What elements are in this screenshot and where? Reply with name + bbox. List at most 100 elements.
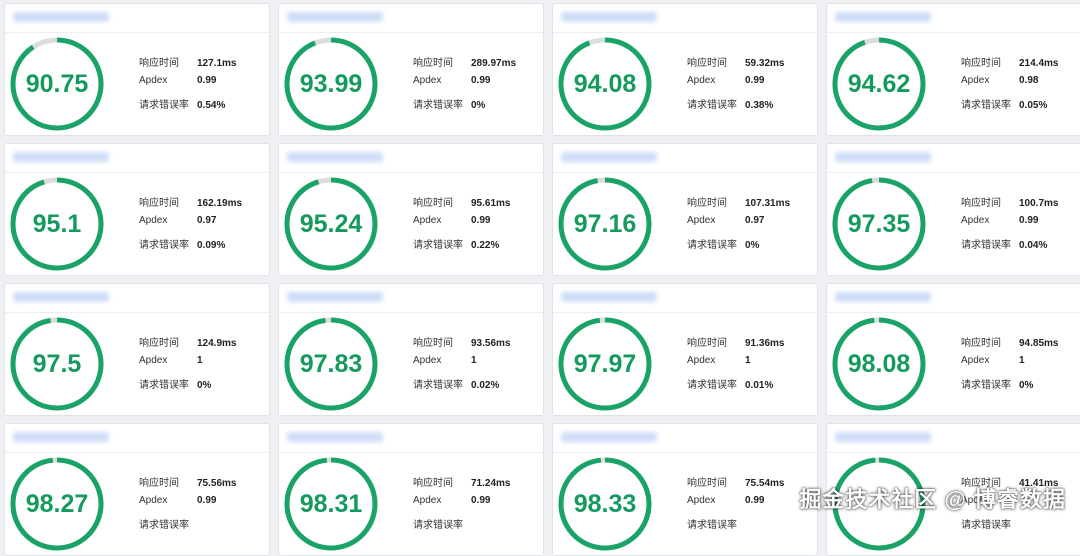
metric-label: 请求错误率	[961, 520, 1011, 531]
metrics-list: 响应时间 59.32ms Apdex 0.99 请求错误率 0.38%	[687, 54, 784, 117]
score-card[interactable]: 94.62 响应时间 214.4ms Apdex 0.98 请求错误率 0.05%	[826, 3, 1080, 136]
metric-label: 请求错误率	[139, 520, 189, 531]
card-divider	[279, 312, 543, 313]
score-value: 93.99	[299, 69, 363, 98]
metric-response-time: 响应时间 100.7ms	[961, 194, 1058, 215]
metric-response-time: 响应时间 93.56ms	[413, 334, 510, 355]
metric-error-rate: 请求错误率 0.38%	[687, 96, 784, 117]
metric-response-time: 响应时间 75.56ms	[139, 474, 236, 495]
metric-value: 100.7ms	[1019, 198, 1059, 209]
metric-label: 请求错误率	[413, 100, 463, 111]
card-title-blurred	[13, 152, 109, 162]
score-value: 97.16	[573, 209, 637, 238]
metric-value: 127.1ms	[197, 58, 237, 69]
metric-label: Apdex	[687, 75, 716, 86]
card-divider	[827, 312, 1080, 313]
metric-label: 请求错误率	[413, 240, 463, 251]
metric-error-rate: 请求错误率 0.05%	[961, 96, 1058, 117]
metric-error-rate: 请求错误率 0.04%	[961, 236, 1058, 257]
metric-value: 0.04%	[1019, 240, 1048, 251]
metric-label: 响应时间	[687, 338, 727, 349]
metric-value: 0.99	[745, 75, 765, 86]
metric-label: Apdex	[139, 495, 168, 506]
metric-label: 请求错误率	[413, 520, 463, 531]
score-card[interactable]: 98.08 响应时间 94.85ms Apdex 1 请求错误率 0%	[826, 283, 1080, 416]
score-card[interactable]: 97.5 响应时间 124.9ms Apdex 1 请求错误率 0%	[4, 283, 270, 416]
score-card[interactable]: 93.99 响应时间 289.97ms Apdex 0.99 请求错误率 0%	[278, 3, 544, 136]
score-card[interactable]: 94.08 响应时间 59.32ms Apdex 0.99 请求错误率 0.38%	[552, 3, 818, 136]
score-gauge: 97.35	[829, 174, 929, 274]
metric-value: 0%	[197, 380, 212, 391]
card-divider	[5, 312, 269, 313]
score-card[interactable]: 90.75 响应时间 127.1ms Apdex 0.99 请求错误率 0.54%	[4, 3, 270, 136]
card-title-blurred	[835, 152, 931, 162]
score-gauge: 90.75	[7, 34, 107, 134]
card-divider	[5, 452, 269, 453]
score-card[interactable]: 98.31 响应时间 71.24ms Apdex 0.99 请求错误率	[278, 423, 544, 556]
metric-label: Apdex	[687, 215, 716, 226]
metric-value: 0.99	[1019, 215, 1039, 226]
score-card[interactable]: 97.97 响应时间 91.36ms Apdex 1 请求错误率 0.01%	[552, 283, 818, 416]
score-value: 97.97	[573, 349, 637, 378]
score-card[interactable]: 97.16 响应时间 107.31ms Apdex 0.97 请求错误率 0%	[552, 143, 818, 276]
metric-value: 107.31ms	[745, 198, 791, 209]
watermark: 掘金技术社区 @ 博睿数据	[799, 487, 1066, 512]
metric-value: 0.54%	[197, 100, 226, 111]
card-divider	[827, 452, 1080, 453]
metric-label: Apdex	[961, 215, 990, 226]
metric-value: 0%	[1019, 380, 1034, 391]
metric-error-rate: 请求错误率 0.02%	[413, 376, 510, 397]
metric-response-time: 响应时间 214.4ms	[961, 54, 1058, 75]
metric-label: 请求错误率	[413, 380, 463, 391]
metrics-list: 响应时间 289.97ms Apdex 0.99 请求错误率 0%	[413, 54, 516, 117]
metric-value: 0.01%	[745, 380, 774, 391]
metrics-list: 响应时间 94.85ms Apdex 1 请求错误率 0%	[961, 334, 1058, 397]
metric-label: 请求错误率	[961, 240, 1011, 251]
metric-value: 0.05%	[1019, 100, 1048, 111]
score-card[interactable]: 95.1 响应时间 162.19ms Apdex 0.97 请求错误率 0.09%	[4, 143, 270, 276]
score-value: 98.27	[25, 489, 89, 518]
metric-apdex: Apdex 0.97	[687, 215, 790, 236]
score-value: 94.62	[847, 69, 911, 98]
metrics-list: 响应时间 93.56ms Apdex 1 请求错误率 0.02%	[413, 334, 510, 397]
metric-error-rate: 请求错误率 0%	[961, 376, 1058, 397]
metric-error-rate: 请求错误率	[961, 516, 1058, 537]
score-card[interactable]: 97.83 响应时间 93.56ms Apdex 1 请求错误率 0.02%	[278, 283, 544, 416]
metric-apdex: Apdex 0.99	[961, 215, 1058, 236]
card-title-blurred	[561, 12, 657, 22]
metric-value: 0.98	[1019, 75, 1039, 86]
metric-value: 289.97ms	[471, 58, 517, 69]
card-title-blurred	[287, 432, 383, 442]
metric-value: 1	[745, 355, 751, 366]
card-title-blurred	[561, 152, 657, 162]
metric-value: 0.38%	[745, 100, 774, 111]
score-card[interactable]: 98.33 响应时间 75.54ms Apdex 0.99 请求错误率	[552, 423, 818, 556]
metric-label: 响应时间	[687, 198, 727, 209]
metric-apdex: Apdex 0.99	[413, 495, 510, 516]
metric-value: 0.99	[197, 75, 217, 86]
card-title-blurred	[13, 432, 109, 442]
metric-error-rate: 请求错误率	[687, 516, 784, 537]
metric-response-time: 响应时间 91.36ms	[687, 334, 784, 355]
metrics-list: 响应时间 95.61ms Apdex 0.99 请求错误率 0.22%	[413, 194, 510, 257]
metric-response-time: 响应时间 94.85ms	[961, 334, 1058, 355]
metric-apdex: Apdex 0.98	[961, 75, 1058, 96]
metric-label: 响应时间	[413, 58, 453, 69]
card-divider	[553, 172, 817, 173]
metric-apdex: Apdex 0.99	[687, 495, 784, 516]
metric-label: 响应时间	[413, 478, 453, 489]
metric-apdex: Apdex 0.99	[139, 495, 236, 516]
card-title-blurred	[561, 292, 657, 302]
metric-error-rate: 请求错误率 0%	[139, 376, 236, 397]
score-gauge: 94.62	[829, 34, 929, 134]
card-title-blurred	[561, 432, 657, 442]
score-card[interactable]: 97.35 响应时间 100.7ms Apdex 0.99 请求错误率 0.04%	[826, 143, 1080, 276]
metric-error-rate: 请求错误率	[413, 516, 510, 537]
score-card[interactable]: 95.24 响应时间 95.61ms Apdex 0.99 请求错误率 0.22%	[278, 143, 544, 276]
card-divider	[5, 32, 269, 33]
score-gauge: 95.1	[7, 174, 107, 274]
metric-value: 0.02%	[471, 380, 500, 391]
metric-label: 请求错误率	[139, 100, 189, 111]
score-card[interactable]: 98.27 响应时间 75.56ms Apdex 0.99 请求错误率	[4, 423, 270, 556]
score-gauge: 97.16	[555, 174, 655, 274]
